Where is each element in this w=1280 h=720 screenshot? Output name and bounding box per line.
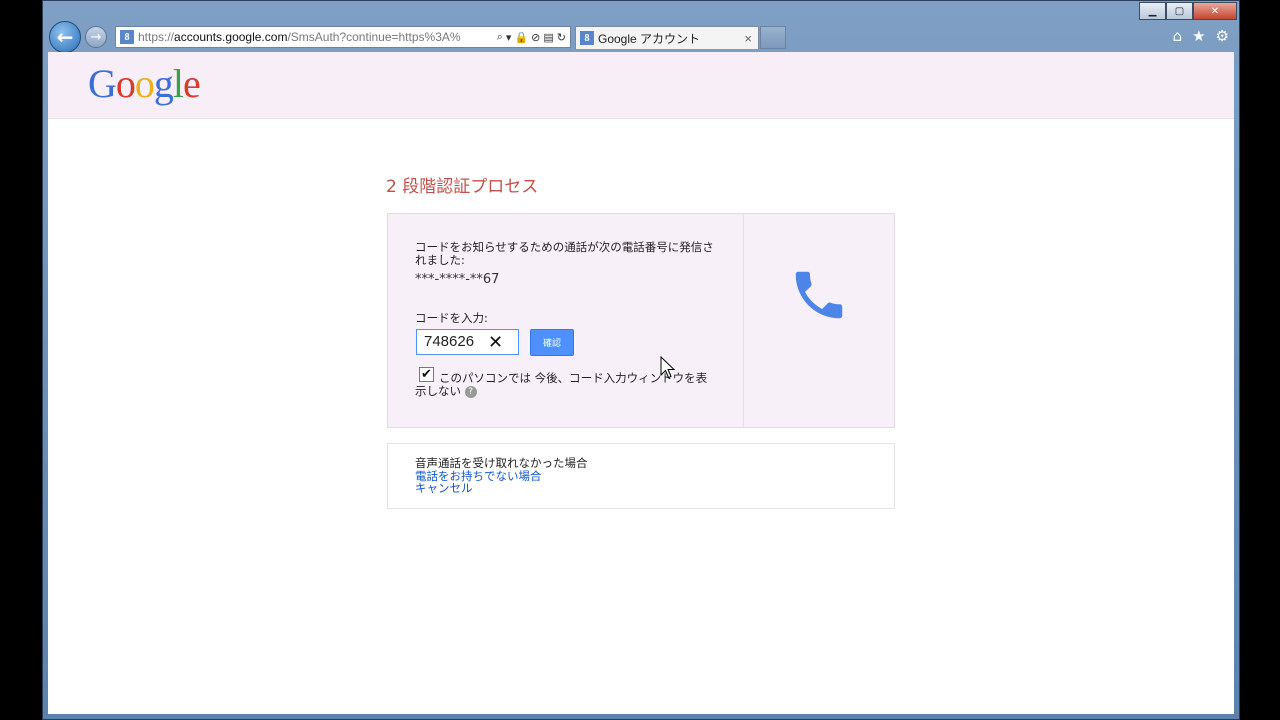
tab-title: Google アカウント <box>598 31 701 46</box>
home-icon[interactable]: ⌂ <box>1173 27 1183 45</box>
masked-phone-number: ***-****-**67 <box>415 272 500 287</box>
back-button[interactable]: ← <box>49 21 81 53</box>
gear-icon[interactable]: ⚙ <box>1216 27 1229 45</box>
address-bar-icons: ⌕ ▾ 🔒 ⊘ ▤ ↻ <box>497 31 570 44</box>
page-title: 2 段階認証プロセス <box>386 177 539 197</box>
clear-input-icon[interactable]: ✕ <box>488 332 503 353</box>
url-host: accounts.google.com <box>174 30 288 44</box>
minimize-button[interactable]: ▁ <box>1139 2 1166 20</box>
alternatives-card: 音声通話を受け取れなかった場合 電話をお持ちでない場合 キャンセル <box>387 443 895 509</box>
tab-google-account[interactable]: 8 Google アカウント × <box>575 26 759 49</box>
code-label: コードを入力: <box>415 311 488 325</box>
google-logo[interactable]: Google <box>88 60 201 107</box>
call-message: コードをお知らせするための通話が次の電話番号に発信されました: <box>415 240 714 267</box>
dropdown-icon[interactable]: ▾ <box>506 31 512 44</box>
url-scheme: https:// <box>138 30 175 44</box>
help-icon[interactable]: ? <box>464 385 477 398</box>
phone-icon <box>795 271 843 319</box>
stop-icon[interactable]: ⊘ <box>531 31 540 44</box>
forward-button[interactable]: → <box>85 26 107 48</box>
page-content: Google 2 段階認証プロセス コードをお知らせするための通話が次の電話番号… <box>48 52 1234 714</box>
code-input[interactable]: 748626 <box>416 329 519 355</box>
new-tab-button[interactable] <box>760 26 786 49</box>
google-favicon-icon: 8 <box>580 31 594 45</box>
maximize-button[interactable]: ▢ <box>1166 2 1193 20</box>
verify-button[interactable]: 確認 <box>530 329 574 356</box>
compat-view-icon[interactable]: ▤ <box>543 31 553 44</box>
address-bar[interactable]: 8 https:// accounts.google.com /SmsAuth?… <box>115 26 571 48</box>
url-path: /SmsAuth?continue=https%3A% <box>287 30 461 44</box>
cancel-link[interactable]: キャンセル <box>415 482 473 495</box>
mouse-cursor-icon <box>660 356 676 379</box>
navigation-bar: ← → 8 https:// accounts.google.com /SmsA… <box>47 21 1235 53</box>
search-icon[interactable]: ⌕ <box>497 31 503 44</box>
card-divider <box>743 214 744 427</box>
refresh-icon[interactable]: ↻ <box>557 31 566 44</box>
window-controls: ▁ ▢ ✕ <box>1139 2 1237 20</box>
close-window-button[interactable]: ✕ <box>1193 2 1237 20</box>
verification-card: コードをお知らせするための通話が次の電話番号に発信されました: ***-****… <box>387 213 895 428</box>
lock-icon[interactable]: 🔒 <box>514 31 528 44</box>
browser-toolbar-icons: ⌂ ★ ⚙ <box>1173 27 1229 45</box>
tab-close-icon[interactable]: × <box>744 31 752 46</box>
favorites-star-icon[interactable]: ★ <box>1192 27 1205 45</box>
google-header: Google <box>48 52 1234 119</box>
google-favicon-icon: 8 <box>120 30 134 44</box>
